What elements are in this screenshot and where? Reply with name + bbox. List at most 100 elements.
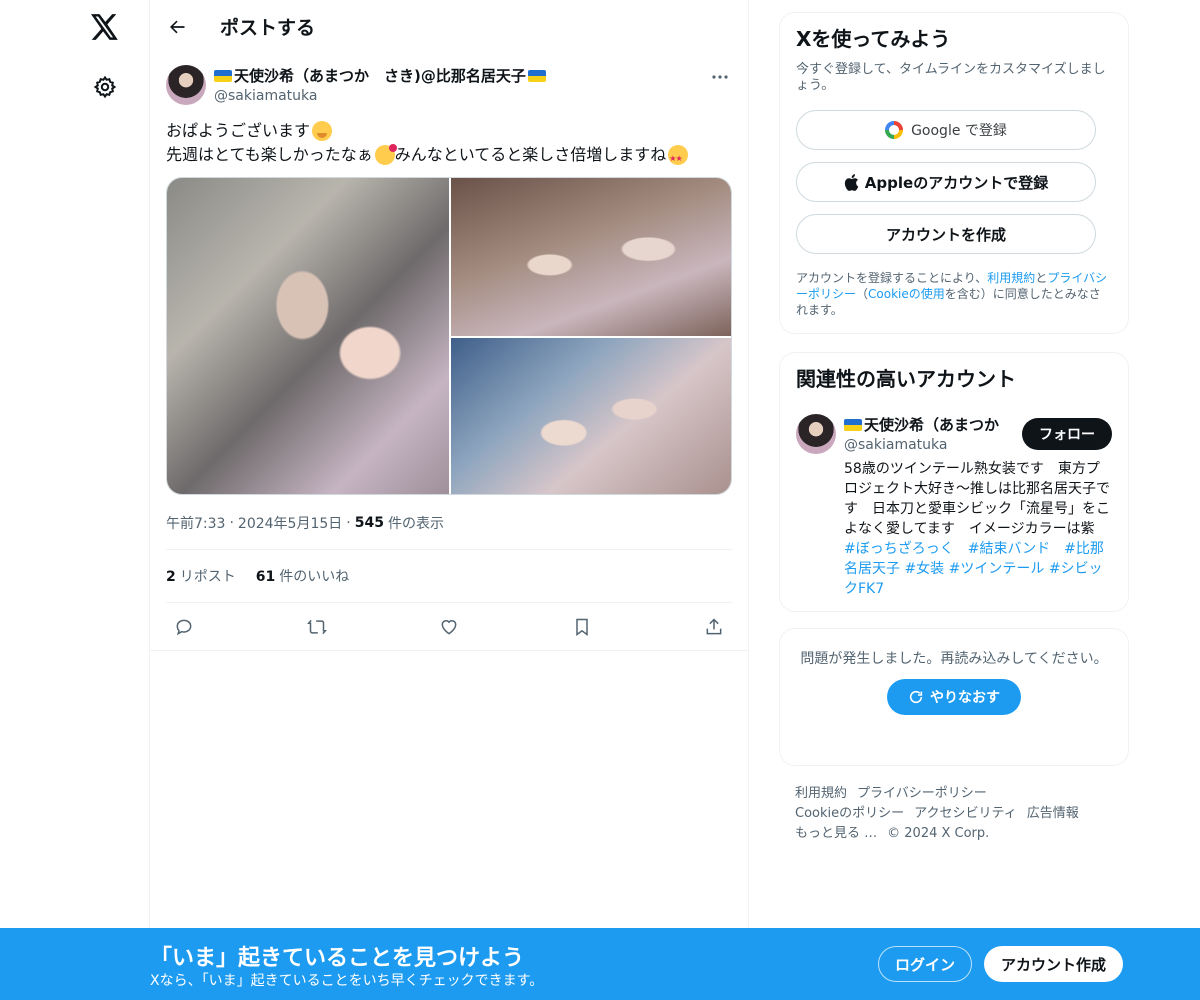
post-time[interactable]: 午前7:33 (166, 513, 225, 533)
post-author-row: 天使沙希（あまつか さき)@比那名居天子 @sakiamatuka (166, 65, 732, 109)
gear-icon[interactable] (86, 68, 124, 106)
footer-cookie-link[interactable]: Cookieのポリシー (795, 806, 904, 821)
author-name[interactable]: 天使沙希（あまつか さき)@比那名居天子 (214, 65, 546, 86)
views-count: 545 (354, 515, 384, 531)
likes-stat[interactable]: 61 件のいいね (256, 566, 349, 586)
x-logo-icon[interactable] (84, 6, 126, 48)
reposts-count: 2 (166, 569, 176, 585)
post-photo-2[interactable] (451, 178, 731, 336)
banner-subtitle: Xなら、「いま」起きていることをいち早くチェックできます。 (150, 973, 544, 989)
reposts-label: リポスト (179, 569, 236, 585)
google-signup-label: Google で登録 (911, 123, 1007, 139)
post-text-line1: おぱようございます (166, 119, 732, 143)
terms-text: （ (856, 287, 869, 301)
share-icon[interactable] (700, 613, 728, 641)
retry-label: やりなおす (930, 690, 1000, 706)
hashtag-link[interactable]: #ツインテール (949, 561, 1045, 577)
footer-terms-link[interactable]: 利用規約 (795, 786, 847, 801)
related-account-name-text: 天使沙希（あまつか (864, 416, 1000, 434)
post-text-part: みんなといてると楽しさ倍増しますね (394, 145, 667, 164)
error-card: 問題が発生しました。再読み込みしてください。 やりなおす (779, 628, 1129, 766)
hashtag-link[interactable]: #女装 (904, 561, 944, 577)
terms-text: と (1035, 271, 1048, 285)
page-header: ポストする (150, 0, 748, 53)
dot-separator: · (346, 515, 351, 531)
post-text: おぱようございます 先週はとても楽しかったなぁ みんなといてると楽しさ倍増します… (166, 119, 732, 171)
hashtag-link[interactable]: #ぼっちざろっく (844, 541, 954, 557)
signup-banner: 「いま」起きていることを見つけよう Xなら、「いま」起きていることをいち早くチェ… (0, 928, 1200, 1000)
footer-privacy-link[interactable]: プライバシーポリシー (857, 786, 987, 801)
post-date[interactable]: 2024年5月15日 (238, 513, 342, 533)
ukraine-flag-icon (214, 69, 232, 82)
banner-title: 「いま」起きていることを見つけよう (150, 946, 525, 971)
ukraine-flag-icon (527, 69, 546, 82)
post-text-part: 先週はとても楽しかったなぁ (166, 145, 373, 164)
google-logo-icon (885, 121, 904, 139)
related-accounts-card: 関連性の高いアカウント 天使沙希（あまつか @sakiamatuka 58歳のツ… (779, 352, 1129, 612)
post-actions (166, 602, 732, 650)
related-title: 関連性の高いアカウント (796, 367, 1016, 391)
footer-more-link[interactable]: もっと見る … (795, 826, 877, 841)
hugging-face-emoji-icon (312, 121, 333, 141)
apple-logo-icon (844, 173, 859, 191)
post-photo-1[interactable] (167, 178, 449, 494)
related-account-row[interactable]: 天使沙希（あまつか @sakiamatuka 58歳のツインテール熟女装です 東… (796, 414, 1112, 599)
post-media-grid (166, 177, 732, 495)
author-name-text: 天使沙希（あまつか さき)@比那名居天子 (234, 67, 526, 85)
smiling-face-hearts-emoji-icon (374, 144, 397, 165)
avatar[interactable] (166, 65, 206, 105)
post-stats: 2 リポスト 61 件のいいね (166, 550, 732, 602)
reply-icon[interactable] (170, 613, 198, 641)
author-meta: 天使沙希（あまつか さき)@比那名居天子 @sakiamatuka (214, 65, 546, 109)
like-heart-icon[interactable] (435, 613, 463, 641)
post: 天使沙希（あまつか さき)@比那名居天子 @sakiamatuka おぱようござ… (150, 53, 748, 651)
ukraine-flag-icon (844, 418, 862, 431)
signup-card: Xを使ってみよう 今すぐ登録して、タイムラインをカスタマイズしましょう。 Goo… (779, 12, 1129, 334)
terms-text: アカウントを登録することにより、 (796, 271, 988, 285)
apple-signup-label: Appleのアカウントで登録 (864, 173, 1049, 192)
bookmark-icon[interactable] (568, 613, 596, 641)
back-arrow-icon[interactable] (164, 14, 190, 40)
views-label: 件の表示 (387, 516, 444, 532)
more-options-icon[interactable] (708, 67, 732, 87)
right-sidebar: Xを使ってみよう 今すぐ登録して、タイムラインをカスタマイズしましょう。 Goo… (779, 12, 1129, 844)
signup-title: Xを使ってみよう (796, 27, 951, 51)
repost-icon[interactable] (303, 613, 331, 641)
error-message: 問題が発生しました。再読み込みしてください。 (800, 651, 1108, 667)
post-timestamp: 午前7:33 · 2024年5月15日 · 545 件の表示 (166, 513, 732, 533)
related-account-bio: 58歳のツインテール熟女装です 東方プロジェクト大好き〜推しは比那名居天子です … (844, 459, 1112, 599)
post-photo-3[interactable] (451, 338, 731, 494)
footer-accessibility-link[interactable]: アクセシビリティ (914, 806, 1017, 821)
avatar[interactable] (796, 414, 836, 454)
follow-button[interactable]: フォロー (1022, 418, 1112, 450)
footer-ads-link[interactable]: 広告情報 (1027, 806, 1079, 821)
divider (150, 650, 748, 651)
banner-signup-button[interactable]: アカウント作成 (984, 946, 1123, 982)
left-nav (0, 0, 150, 1000)
create-account-label: アカウントを作成 (885, 225, 1006, 244)
hashtag-link[interactable]: #結束バンド (968, 541, 1050, 557)
post-text-line2: 先週はとても楽しかったなぁ みんなといてると楽しさ倍増しますね (166, 143, 732, 171)
terms-link[interactable]: 利用規約 (987, 271, 1035, 285)
likes-label: 件のいいね (279, 569, 350, 585)
post-text-part: おぱようございます (166, 121, 311, 140)
author-handle[interactable]: @sakiamatuka (214, 88, 546, 104)
footer-copyright: © 2024 X Corp. (887, 826, 990, 841)
footer-links: 利用規約 プライバシーポリシー Cookieのポリシー アクセシビリティ 広告情報 も… (779, 784, 1129, 844)
apple-signup-button[interactable]: Appleのアカウントで登録 (796, 162, 1096, 202)
cookie-link[interactable]: Cookieの使用 (868, 287, 945, 301)
create-account-button[interactable]: アカウントを作成 (796, 214, 1096, 254)
refresh-icon (909, 690, 923, 704)
reposts-stat[interactable]: 2 リポスト (166, 566, 236, 586)
star-struck-emoji-icon (668, 145, 689, 171)
dot-separator: · (229, 515, 234, 531)
login-button[interactable]: ログイン (878, 946, 972, 982)
signup-subtitle: 今すぐ登録して、タイムラインをカスタマイズしましょう。 (796, 62, 1106, 93)
bio-text: 58歳のツインテール熟女装です 東方プロジェクト大好き〜推しは比那名居天子です … (844, 461, 1110, 537)
google-signup-button[interactable]: Google で登録 (796, 110, 1096, 150)
signup-terms: アカウントを登録することにより、利用規約とプライバシーポリシー（Cookieの使… (796, 270, 1112, 318)
retry-button[interactable]: やりなおす (887, 679, 1021, 715)
likes-count: 61 (255, 569, 276, 585)
page-title: ポストする (220, 17, 316, 39)
main-column: ポストする 天使沙希（あまつか さき)@比那名居天子 @sakiamatuka … (149, 0, 749, 1000)
